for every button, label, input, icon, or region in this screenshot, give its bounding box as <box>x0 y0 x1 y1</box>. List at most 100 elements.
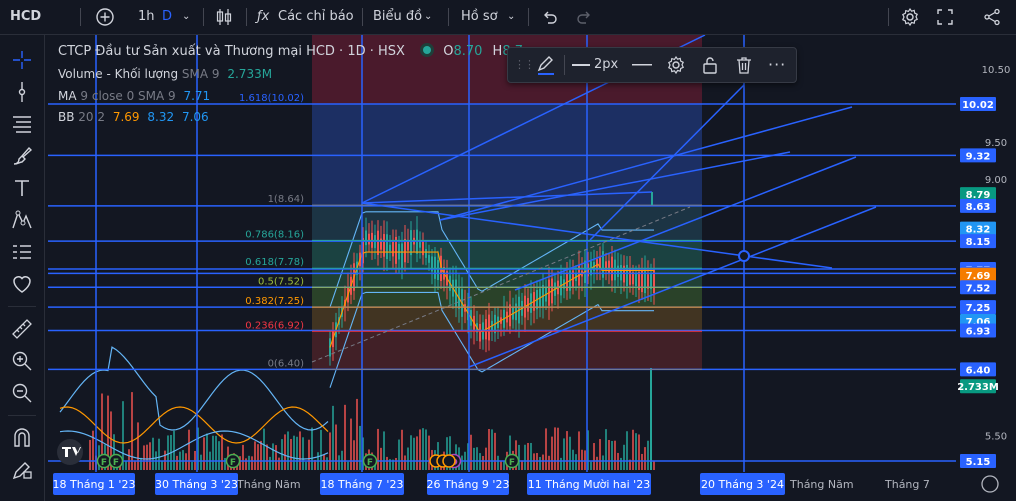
crosshair-icon[interactable] <box>10 48 34 72</box>
fx-icon[interactable]: ƒx <box>257 0 269 34</box>
candle-body <box>410 230 412 256</box>
bb-label: BB <box>58 110 75 124</box>
volume-bar <box>131 392 133 470</box>
visibility-dot-icon[interactable] <box>423 46 432 54</box>
price-tag-label: 5.15 <box>966 457 991 468</box>
redo-button[interactable] <box>575 0 593 34</box>
zoom-out-icon[interactable] <box>10 381 34 405</box>
chevron-down-icon[interactable]: ⌄ <box>182 0 190 34</box>
prediction-icon[interactable] <box>10 240 34 264</box>
fullscreen-button[interactable] <box>936 0 954 34</box>
volume-bar <box>320 429 322 470</box>
fullscreen-icon <box>937 9 953 25</box>
chart-area[interactable]: 1.618(10.02) 1(8.64) 0.786(8.16) 0.618(7.78… <box>45 35 1016 501</box>
volume-bar <box>632 429 634 470</box>
volume-bar <box>128 449 130 470</box>
volume-bar <box>395 457 397 470</box>
candle-body <box>389 244 391 252</box>
divider <box>888 8 889 26</box>
volume-bar <box>143 445 145 470</box>
chart-style-button[interactable] <box>214 0 234 34</box>
brush-icon[interactable] <box>10 144 34 168</box>
line-width-button[interactable]: 2px <box>594 48 618 82</box>
volume-bar <box>527 442 529 470</box>
more-options-icon[interactable]: ··· <box>768 48 786 82</box>
interval-style-button[interactable]: D <box>162 0 172 34</box>
price-tag-label: 8.32 <box>966 225 991 236</box>
fib-zone <box>312 268 702 288</box>
volume-bar <box>359 425 361 470</box>
line-width-icon <box>572 64 590 66</box>
lock-pencil-icon[interactable] <box>10 458 34 482</box>
volume-bar <box>563 438 565 470</box>
heart-icon[interactable] <box>10 272 34 296</box>
legend-bb-row[interactable]: BB 20 2 7.69 8.32 7.06 <box>58 110 209 124</box>
volume-bar <box>545 428 547 470</box>
volume-bar <box>326 457 328 470</box>
add-symbol-button[interactable] <box>95 0 115 34</box>
interval-button[interactable]: 1h <box>138 0 155 34</box>
ruler-icon[interactable] <box>10 317 34 341</box>
settings-button[interactable] <box>900 0 920 34</box>
volume-bar <box>125 461 127 470</box>
line-style-icon[interactable] <box>632 64 652 67</box>
candle-body <box>629 268 631 285</box>
price-tag-label: 10.02 <box>962 100 994 111</box>
drag-handle-icon[interactable]: ⋮⋮ <box>514 48 535 82</box>
indicators-button[interactable]: Các chỉ báo <box>278 0 354 34</box>
price-tag-label: 8.63 <box>966 202 991 213</box>
candle-body <box>377 230 379 256</box>
trend-line-icon[interactable] <box>10 80 34 104</box>
volume-bar <box>407 447 409 470</box>
volume-bar <box>152 437 154 470</box>
magnet-icon[interactable] <box>10 426 34 450</box>
line-anchor-point[interactable] <box>738 250 750 262</box>
share-button[interactable] <box>983 0 1001 34</box>
trash-icon[interactable] <box>734 55 754 75</box>
pencil-icon[interactable] <box>536 55 556 75</box>
event-marker-label: F <box>101 458 107 468</box>
volume-bar <box>503 461 505 470</box>
tradingview-logo <box>57 439 83 465</box>
symbol-search[interactable]: HCD <box>10 0 41 34</box>
volume-bar <box>251 456 253 470</box>
volume-bar <box>254 441 256 470</box>
price-chart[interactable]: 1.618(10.02) 1(8.64) 0.786(8.16) 0.618(7.78… <box>45 35 1016 501</box>
volume-bar <box>641 453 643 470</box>
volume-bar <box>461 455 463 470</box>
volume-bar <box>257 444 259 470</box>
fib-zone <box>312 240 702 269</box>
legend-title-row: CTCP Đầu tư Sản xuất và Thương mại HCD ·… <box>58 44 523 59</box>
event-marker-label: F <box>509 458 515 468</box>
candle-body <box>422 241 424 256</box>
lock-icon[interactable] <box>700 55 720 75</box>
volume-bar <box>623 444 625 470</box>
volume-bar <box>494 432 496 470</box>
fib-level-label: 0.236(6.92) <box>245 320 304 331</box>
legend-ma-row[interactable]: MA 9 close 0 SMA 9 7.71 <box>58 89 210 103</box>
volume-bar <box>416 436 418 470</box>
volume-bar <box>593 443 595 470</box>
volume-bar <box>287 431 289 470</box>
volume-bar <box>599 439 601 470</box>
chevron-down-icon[interactable]: ⌄ <box>507 0 515 34</box>
chart-type-button[interactable]: Biểu đồ <box>373 0 422 34</box>
volume-bar <box>347 461 349 470</box>
volume-bar <box>308 439 310 470</box>
undo-button[interactable] <box>541 0 559 34</box>
divider <box>80 8 81 26</box>
chevron-down-icon[interactable]: ⌄ <box>424 0 432 34</box>
drawing-toolbar: ⋮⋮ 2px ··· <box>507 47 797 83</box>
legend-volume-row[interactable]: Volume - Khối lượng SMA 9 2.733M <box>58 67 272 81</box>
event-marker-orange[interactable] <box>442 454 456 468</box>
profile-button[interactable]: Hồ sơ <box>461 0 498 34</box>
bb-params: 20 2 <box>78 110 106 124</box>
gear-icon[interactable] <box>666 55 686 75</box>
volume-bar <box>410 435 412 470</box>
pattern-icon[interactable] <box>10 208 34 232</box>
zoom-in-icon[interactable] <box>10 349 34 373</box>
volume-bar <box>542 454 544 470</box>
text-icon[interactable] <box>10 176 34 200</box>
volume-bar <box>137 422 139 470</box>
horizontal-lines-icon[interactable] <box>10 112 34 136</box>
